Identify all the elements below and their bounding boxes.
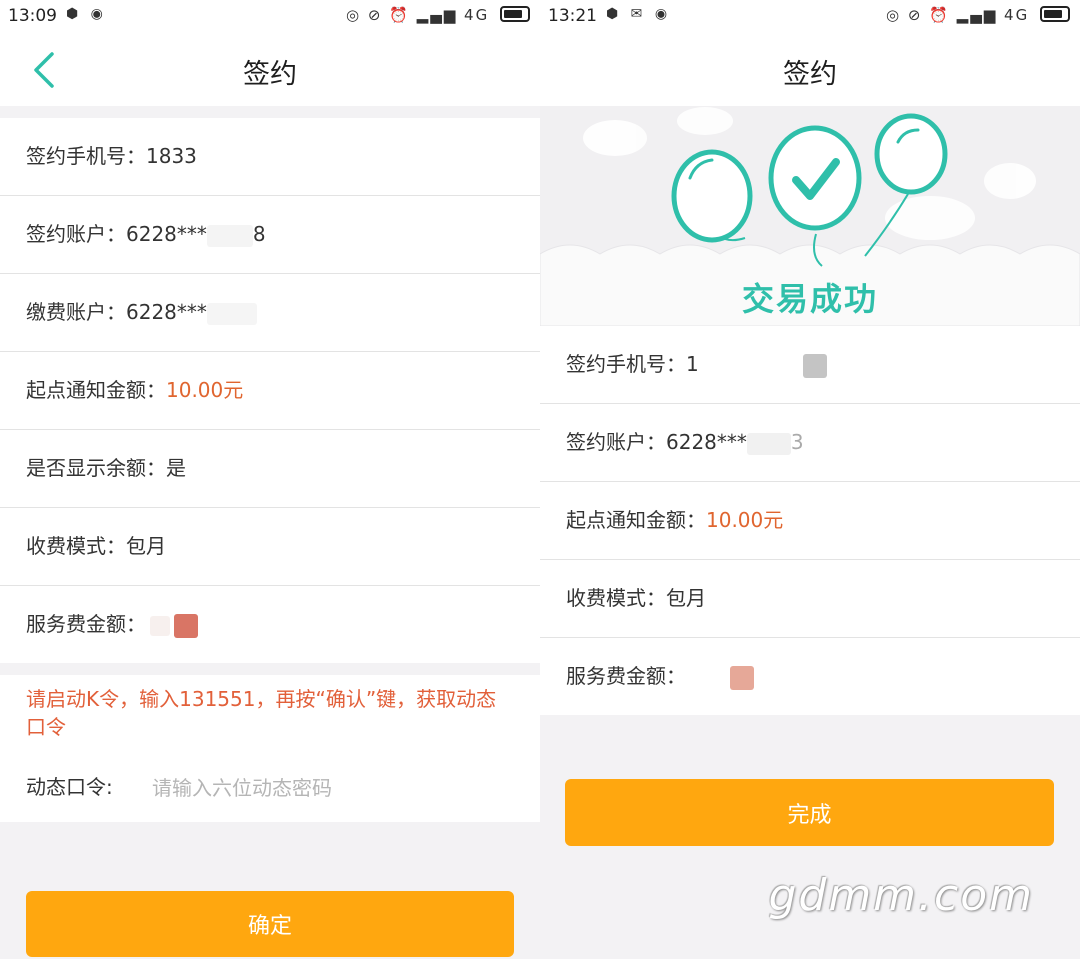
alarm-icon: ◎ ⊘ ⏰ xyxy=(346,6,410,24)
row-pay-account: 缴费账户：6228*** xyxy=(0,274,540,352)
status-time: 13:09 xyxy=(8,6,57,26)
success-title: 交易成功 xyxy=(741,280,878,318)
battery-icon xyxy=(500,6,530,22)
row-label: 起点通知金额： xyxy=(26,378,166,402)
alarm-icon: ◎ ⊘ ⏰ xyxy=(886,6,950,24)
row-label: 起点通知金额： xyxy=(566,508,706,532)
redaction-blur xyxy=(206,302,257,325)
otp-input[interactable] xyxy=(150,767,514,809)
status-bar: 13:09 ⬢ ◉ ◎ ⊘ ⏰ ▂▄▆ 4G xyxy=(0,0,540,34)
redaction-mosaic xyxy=(802,353,827,378)
row-value: 6228*** xyxy=(126,300,207,324)
signal-icon: ▂▄▆ xyxy=(416,6,458,24)
battery-icon xyxy=(1040,6,1070,22)
row-label: 签约手机号： xyxy=(26,144,146,168)
row-label: 服务费金额： xyxy=(566,664,686,688)
row-label: 服务费金额： xyxy=(26,612,146,636)
page-title: 签约 xyxy=(243,59,297,90)
sign-info-list: 签约手机号：1833 签约账户：6228*** 8 缴费账户：6228*** 起点… xyxy=(0,118,540,663)
row-label: 签约手机号： xyxy=(566,352,686,376)
status-time: 13:21 xyxy=(548,6,597,26)
row-sign-account: 签约账户：6228*** 8 xyxy=(0,196,540,274)
row-label: 是否显示余额： xyxy=(26,456,166,480)
row-notify-amount: 起点通知金额：10.00元 xyxy=(540,482,1080,560)
shield-icon: ⬢ ◉ xyxy=(66,6,107,22)
status-icons: ◎ ⊘ ⏰ ▂▄▆ 4G xyxy=(886,6,1070,24)
row-notify-amount: 起点通知金额：10.00元 xyxy=(0,352,540,430)
row-service-fee: 服务费金额： xyxy=(540,638,1080,715)
row-value: 是 xyxy=(166,456,186,480)
row-show-balance: 是否显示余额：是 xyxy=(0,430,540,508)
row-label: 收费模式： xyxy=(566,586,666,610)
row-value: 10.00元 xyxy=(706,508,784,532)
row-label: 缴费账户： xyxy=(26,300,126,324)
otp-panel: 请启动K令，输入131551，再按“确认”键，获取动态口令 动态口令: xyxy=(0,675,540,822)
watermark-text: gdmm.com xyxy=(768,870,1034,921)
row-label: 签约账户： xyxy=(26,222,126,246)
status-bar: 13:21 ⬢ ✉ ◉ ◎ ⊘ ⏰ ▂▄▆ 4G xyxy=(540,0,1080,34)
network-label: 4G xyxy=(1004,6,1030,24)
otp-label: 动态口令: xyxy=(26,775,113,799)
otp-row: 动态口令: xyxy=(26,767,516,809)
signal-icon: ▂▄▆ xyxy=(956,6,998,24)
sign-success-screen: 13:21 ⬢ ✉ ◉ ◎ ⊘ ⏰ ▂▄▆ 4G 签约 交易成功 签约手机号：1… xyxy=(540,0,1080,959)
row-value: 6228*** xyxy=(666,430,747,454)
result-info-list: 签约手机号：1 签约账户：6228*** 3 起点通知金额：10.00元 收费模式… xyxy=(540,326,1080,715)
row-fee-mode: 收费模式：包月 xyxy=(0,508,540,586)
row-sign-phone: 签约手机号：1 xyxy=(540,326,1080,404)
success-banner: 交易成功 xyxy=(540,106,1080,326)
redaction-blur xyxy=(206,224,253,247)
redaction-blur xyxy=(150,615,170,636)
status-icons: ◎ ⊘ ⏰ ▂▄▆ 4G xyxy=(346,6,530,24)
redaction-mosaic xyxy=(730,665,754,690)
shield-icon: ⬢ ✉ ◉ xyxy=(606,6,672,22)
row-service-fee: 服务费金额： xyxy=(0,586,540,663)
redaction-mosaic xyxy=(174,613,198,638)
nav-bar: 签约 xyxy=(540,34,1080,106)
row-value: 1 xyxy=(686,352,699,376)
redaction-blur xyxy=(746,432,791,455)
network-label: 4G xyxy=(464,6,490,24)
sign-form-screen: 13:09 ⬢ ◉ ◎ ⊘ ⏰ ▂▄▆ 4G 签约 签约手机号：1833 签约账… xyxy=(0,0,540,959)
row-value: 包月 xyxy=(126,534,166,558)
row-value-tail: 3 xyxy=(790,430,804,454)
row-value: 1833 xyxy=(146,144,197,168)
row-value: 包月 xyxy=(666,586,706,610)
row-value-tail: 8 xyxy=(252,222,266,246)
nav-bar: 签约 xyxy=(0,34,540,106)
confirm-button[interactable]: 确定 xyxy=(26,891,514,957)
row-sign-account: 签约账户：6228*** 3 xyxy=(540,404,1080,482)
row-label: 收费模式： xyxy=(26,534,126,558)
otp-instruction: 请启动K令，输入131551，再按“确认”键，获取动态口令 xyxy=(26,687,497,739)
row-value: 10.00元 xyxy=(166,378,244,402)
row-label: 签约账户： xyxy=(566,430,666,454)
row-value: 6228*** xyxy=(126,222,207,246)
row-sign-phone: 签约手机号：1833 xyxy=(0,118,540,196)
row-fee-mode: 收费模式：包月 xyxy=(540,560,1080,638)
page-title: 签约 xyxy=(783,59,837,90)
done-button[interactable]: 完成 xyxy=(565,779,1054,846)
